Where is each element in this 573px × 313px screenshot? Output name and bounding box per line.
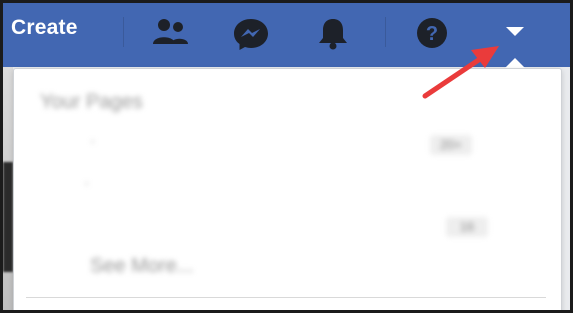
nav-divider (123, 17, 124, 47)
page-item[interactable]: · (90, 133, 95, 151)
background-page-strip (3, 67, 13, 310)
top-navigation-bar: Create ? (3, 3, 570, 67)
menu-divider (26, 297, 546, 298)
svg-text:?: ? (426, 23, 438, 45)
account-dropdown-menu: Your Pages · 20+ · 16 See More... (13, 68, 562, 310)
notification-count-badge: 20+ (430, 135, 472, 155)
nav-divider (385, 17, 386, 47)
notification-count-badge: 16 (446, 217, 488, 237)
page-item[interactable]: · (84, 175, 89, 193)
notifications-icon[interactable] (311, 13, 355, 53)
screenshot-frame: Create ? Your Pages · 20+ · 16 See More.… (0, 0, 573, 313)
background-image (3, 162, 13, 272)
dropdown-pointer (505, 58, 525, 68)
see-more-link[interactable]: See More... (90, 255, 193, 278)
help-icon[interactable]: ? (410, 13, 454, 53)
friends-icon[interactable] (148, 13, 192, 53)
dropdown-caret-icon[interactable] (506, 27, 524, 36)
your-pages-heading: Your Pages (40, 91, 143, 113)
messenger-icon[interactable] (229, 13, 273, 53)
create-link[interactable]: Create (11, 16, 78, 40)
